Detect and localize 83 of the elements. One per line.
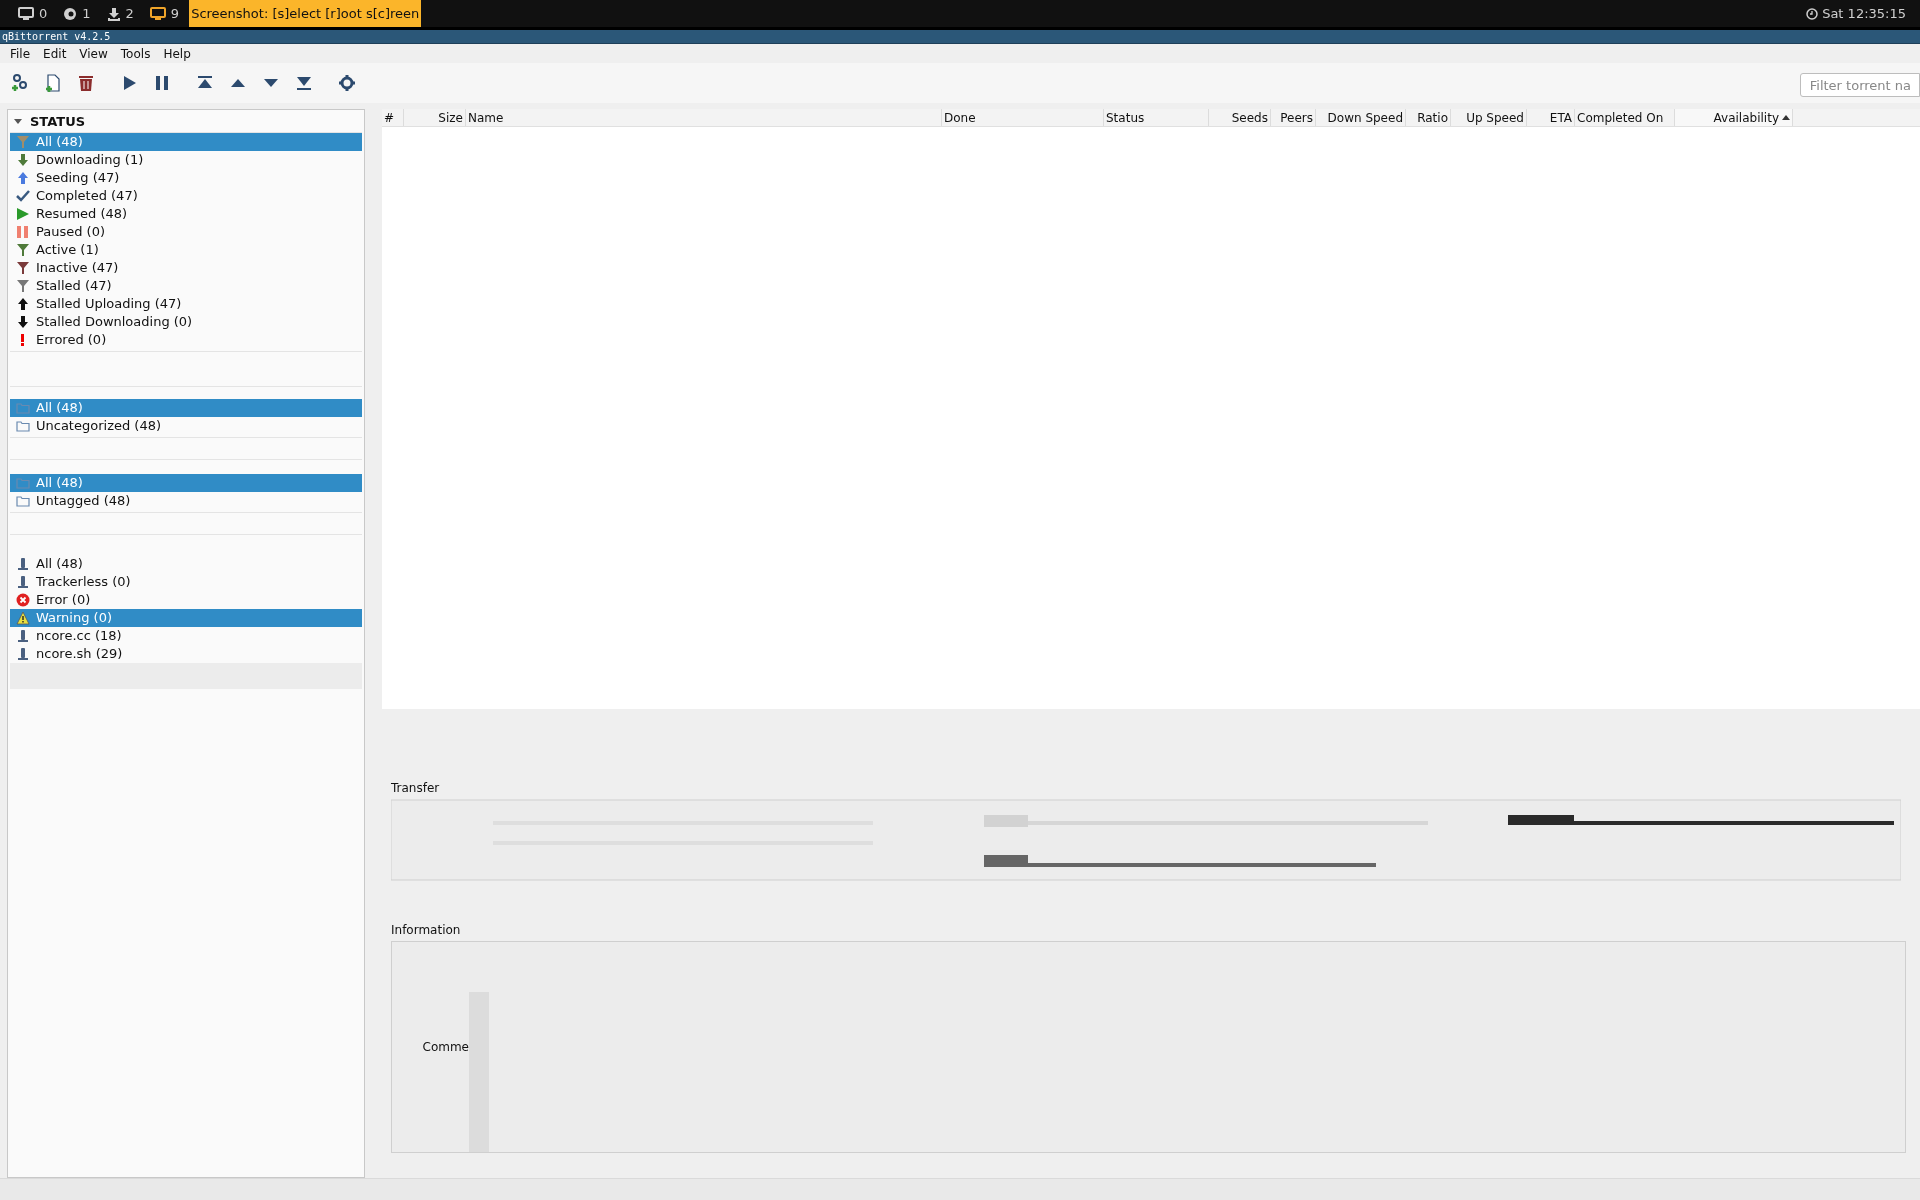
monitor-icon (18, 6, 34, 21)
trash-icon[interactable] (76, 73, 96, 93)
group-title: Information (391, 922, 462, 939)
column-header[interactable]: Down Speed (1316, 109, 1406, 126)
filter-item[interactable]: Downloading (1) (10, 151, 362, 169)
sort-arrow-icon (1782, 115, 1790, 120)
checkmark-icon (16, 189, 30, 203)
filter-item[interactable]: ncore.cc (18) (10, 627, 362, 645)
column-header[interactable]: Name (466, 109, 942, 126)
column-header[interactable]: Availability (1675, 109, 1793, 126)
section-header[interactable]: STATUS (30, 112, 86, 132)
pause-icon (16, 225, 30, 239)
window-title: qBittorrent v4.2.5 (1, 31, 111, 42)
filter-item[interactable]: All (48) (10, 555, 362, 573)
monitor-icon (149, 6, 166, 21)
clock: Sat 12:35:15 (1822, 4, 1906, 23)
collapse-arrow-icon[interactable] (14, 119, 22, 125)
filter-icon (16, 261, 30, 275)
filter-item[interactable]: Untagged (48) (10, 492, 362, 510)
filter-item[interactable]: Warning (0) (10, 609, 362, 627)
add-file-icon[interactable] (43, 73, 63, 93)
filter-item[interactable]: All (48) (10, 474, 362, 492)
play-icon (16, 207, 30, 221)
globe-icon (63, 6, 78, 21)
error-icon (16, 593, 30, 607)
menu-item[interactable]: View (79, 44, 108, 63)
arrow-down-icon (16, 315, 30, 329)
arrow-up-icon (16, 297, 30, 311)
active-window-title[interactable]: Screenshot: [s]elect [r]oot s[c]reen (189, 0, 422, 27)
column-header[interactable]: Status (1104, 109, 1209, 126)
filter-item[interactable]: Uncategorized (48) (10, 417, 362, 435)
folder-icon (16, 477, 30, 489)
field-label: Comme (422, 1039, 469, 1056)
workspace-button[interactable]: 0 (18, 3, 48, 24)
filter-item[interactable]: Stalled Downloading (0) (10, 313, 362, 331)
filter-icon (16, 243, 30, 257)
folder-icon (16, 402, 30, 414)
filter-icon (16, 135, 30, 149)
menu-item[interactable]: Help (163, 44, 191, 63)
workspace-button[interactable]: 2 (106, 3, 134, 24)
tracker-icon (16, 557, 30, 571)
filter-item[interactable]: Inactive (47) (10, 259, 362, 277)
filter-item[interactable]: Completed (47) (10, 187, 362, 205)
workspace-button[interactable]: 1 (63, 3, 91, 24)
column-header[interactable]: ETA (1527, 109, 1575, 126)
tracker-icon (16, 647, 30, 661)
filter-item[interactable]: Seeding (47) (10, 169, 362, 187)
workspace-button[interactable]: 9 (149, 3, 180, 24)
filter-item[interactable]: Active (1) (10, 241, 362, 259)
folder-icon (16, 420, 30, 432)
filter-item[interactable]: Trackerless (0) (10, 573, 362, 591)
clock-icon (1806, 7, 1819, 20)
menu-item[interactable]: Edit (43, 44, 67, 63)
folder-icon (16, 495, 30, 507)
column-header[interactable]: Peers (1271, 109, 1316, 126)
filter-item[interactable]: Errored (0) (10, 331, 362, 349)
filter-item[interactable]: All (48) (10, 399, 362, 417)
menu-item[interactable]: File (10, 44, 31, 63)
menu-item[interactable]: Tools (120, 44, 151, 63)
filter-field[interactable]: Filter torrent na (1800, 73, 1920, 97)
warning-icon (16, 611, 30, 625)
filter-item[interactable]: Stalled (47) (10, 277, 362, 295)
filter-item[interactable]: Resumed (48) (10, 205, 362, 223)
column-header[interactable]: Size (404, 109, 466, 126)
tracker-icon (16, 629, 30, 643)
gear-icon[interactable] (337, 73, 357, 93)
group-title: Transfer (391, 780, 441, 797)
filter-item[interactable]: ncore.sh (29) (10, 645, 362, 663)
arrow-up-icon (16, 171, 30, 185)
filter-item[interactable]: Paused (0) (10, 223, 362, 241)
column-header[interactable]: Seeds (1209, 109, 1271, 126)
filter-item[interactable]: Stalled Uploading (47) (10, 295, 362, 313)
column-header[interactable]: Ratio (1406, 109, 1451, 126)
column-header[interactable]: Up Speed (1451, 109, 1527, 126)
filter-item[interactable]: Error (0) (10, 591, 362, 609)
download-icon (106, 6, 121, 21)
filter-icon (16, 279, 30, 293)
add-link-icon[interactable] (10, 73, 30, 93)
column-header[interactable]: Done (942, 109, 1104, 126)
column-header[interactable]: # (382, 109, 404, 126)
tracker-icon (16, 575, 30, 589)
filter-item[interactable]: All (48) (10, 133, 362, 151)
arrow-down-icon (16, 153, 30, 167)
